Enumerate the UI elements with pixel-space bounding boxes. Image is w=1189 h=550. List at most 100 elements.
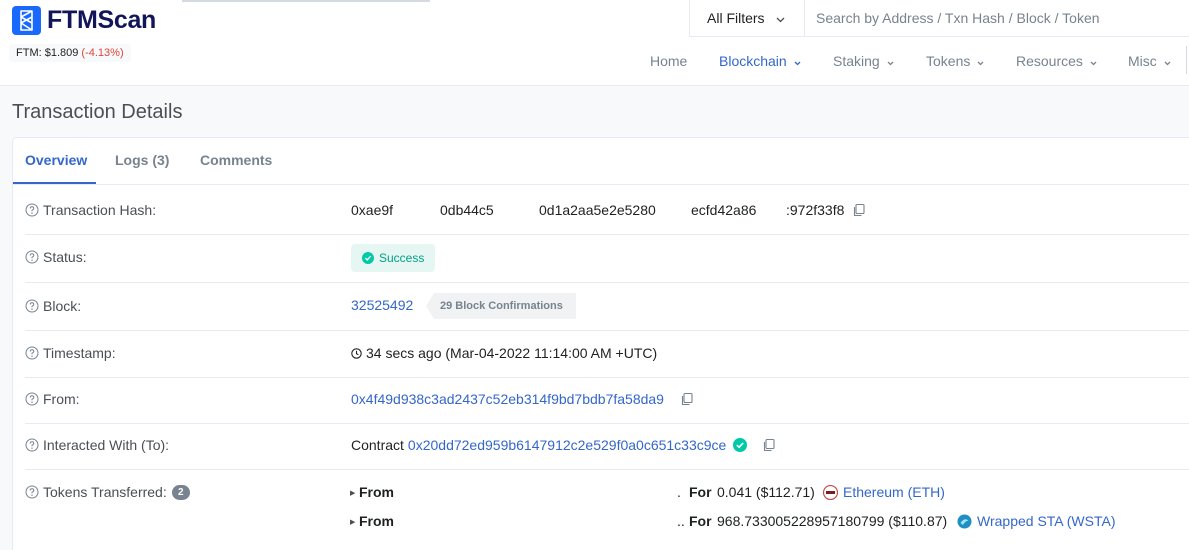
chevron-down-icon (1090, 53, 1097, 69)
tx-hash-label: Transaction Hash: (25, 202, 156, 218)
nav-resources-label: Resources (1016, 53, 1083, 69)
nav-staking[interactable]: Staking (833, 53, 894, 69)
contract-address-link[interactable]: 0x20dd72ed959b6147912c2e529f0a0c651c33c9… (408, 437, 726, 453)
block-label: Block: (25, 298, 81, 314)
brand-name: FTMScan (47, 6, 157, 34)
token-from-label: From (359, 484, 394, 500)
question-circle-icon[interactable] (25, 438, 39, 452)
from-label-text: From: (43, 391, 80, 407)
tx-hash-part: :972f33f8 (786, 202, 845, 218)
chevron-down-icon (977, 53, 984, 69)
from-label: From: (25, 391, 80, 407)
tx-hash-label-text: Transaction Hash: (43, 202, 157, 218)
tab-bar: Overview Logs (3) Comments (13, 138, 1189, 185)
from-address-link[interactable]: 0x4f49d938c3ad2437c52eb314f9bd7bdb7fa58d… (351, 391, 664, 407)
row-divider (25, 330, 1189, 331)
status-badge: Success (351, 244, 435, 272)
transaction-card: Overview Logs (3) Comments Transaction H… (12, 137, 1189, 550)
question-circle-icon[interactable] (25, 485, 39, 499)
interacted-value: Contract 0x20dd72ed959b6147912c2e529f0a0… (351, 437, 748, 453)
caret-right-icon: ▶ (350, 490, 356, 497)
tokens-label-text: Tokens Transferred: (43, 484, 167, 500)
chevron-down-icon (1164, 53, 1171, 69)
timestamp-text: 34 secs ago (Mar-04-2022 11:14:00 AM +UT… (366, 345, 658, 361)
status-label-text: Status: (43, 249, 87, 265)
nav-tokens-label: Tokens (926, 53, 971, 69)
question-circle-icon[interactable] (25, 299, 39, 313)
token-from-truncated: .. (677, 513, 685, 529)
status-label: Status: (25, 249, 87, 265)
token-link-eth[interactable]: Ethereum (ETH) (823, 484, 945, 500)
timestamp-value: 34 secs ago (Mar-04-2022 11:14:00 AM +UT… (351, 345, 657, 361)
copy-icon[interactable] (762, 438, 776, 452)
row-divider (25, 282, 1189, 283)
tx-hash-part: 0xae9f (351, 202, 394, 218)
nav-resources[interactable]: Resources (1016, 53, 1097, 69)
chevron-down-icon (776, 10, 785, 26)
chevron-down-icon (887, 53, 894, 69)
token-for-label: For (689, 513, 712, 529)
tx-hash-part: 0d1a2aa5e2e5280 (539, 202, 656, 218)
filter-label: All Filters (707, 10, 765, 26)
search-input[interactable] (805, 0, 1189, 36)
token-from-label: From (359, 513, 394, 529)
fantom-logo-icon (12, 6, 41, 35)
verified-check-icon (733, 438, 748, 452)
check-circle-icon (362, 252, 374, 264)
nav-blockchain[interactable]: Blockchain (719, 53, 801, 69)
nav-home-label: Home (650, 53, 688, 69)
timestamp-label: Timestamp: (25, 345, 116, 361)
copy-icon[interactable] (852, 203, 866, 217)
tab-comments[interactable]: Comments (200, 152, 272, 168)
token-link-wsta[interactable]: Wrapped STA (WSTA) (957, 513, 1115, 529)
block-number-link[interactable]: 32525492 (351, 297, 413, 313)
tx-hash-part: ecfd42a86 (691, 202, 757, 218)
main-nav: Home Blockchain Staking Tokens Resources… (0, 53, 1189, 71)
contract-prefix: Contract (351, 437, 404, 453)
wsta-token-icon (957, 514, 972, 529)
token-amount: 968.733005228957180799 ($110.87) (717, 513, 948, 529)
nav-misc[interactable]: Misc (1128, 53, 1171, 69)
chevron-down-icon (794, 53, 801, 69)
ftmscan-logo[interactable]: FTMScan (12, 6, 156, 35)
block-confirmations: 29 Block Confirmations (440, 300, 563, 312)
question-circle-icon[interactable] (25, 203, 39, 217)
search-bar: All Filters (689, 0, 1189, 37)
question-circle-icon[interactable] (25, 346, 39, 360)
interacted-label-text: Interacted With (To): (43, 437, 170, 453)
nav-home[interactable]: Home (650, 53, 687, 69)
tab-logs[interactable]: Logs (3) (115, 152, 169, 168)
page-title: Transaction Details (12, 101, 183, 123)
site-header: FTMScan FTM: $1.809 (-4.13%) All Filters… (0, 0, 1189, 86)
nav-divider (1186, 46, 1187, 74)
block-confirmations-badge: 29 Block Confirmations (426, 293, 576, 319)
interacted-label: Interacted With (To): (25, 437, 169, 453)
token-name: Ethereum (ETH) (843, 484, 945, 500)
filter-dropdown[interactable]: All Filters (690, 0, 805, 36)
row-divider (25, 423, 1189, 424)
block-label-text: Block: (43, 298, 82, 314)
row-divider (25, 234, 1189, 235)
nav-misc-label: Misc (1128, 53, 1157, 69)
timestamp-label-text: Timestamp: (43, 345, 116, 361)
tx-hash-part: 0db44c5 (440, 202, 494, 218)
copy-icon[interactable] (680, 392, 694, 406)
nav-blockchain-label: Blockchain (719, 53, 787, 69)
question-circle-icon[interactable] (25, 392, 39, 406)
token-name: Wrapped STA (WSTA) (977, 513, 1116, 529)
row-divider (25, 469, 1189, 470)
token-for-label: For (689, 484, 712, 500)
nav-staking-label: Staking (833, 53, 880, 69)
nav-tokens[interactable]: Tokens (926, 53, 984, 69)
token-from-truncated: . (677, 484, 681, 500)
question-circle-icon[interactable] (25, 250, 39, 264)
ethereum-token-icon (823, 484, 838, 500)
top-divider (182, 0, 430, 2)
token-count-badge: 2 (171, 484, 190, 500)
caret-right-icon: ▶ (350, 519, 356, 526)
row-divider (25, 377, 1189, 378)
tab-overview[interactable]: Overview (25, 152, 87, 168)
clock-icon (351, 347, 362, 359)
active-tab-indicator (13, 182, 96, 184)
token-amount: 0.041 ($112.71) (717, 484, 815, 500)
